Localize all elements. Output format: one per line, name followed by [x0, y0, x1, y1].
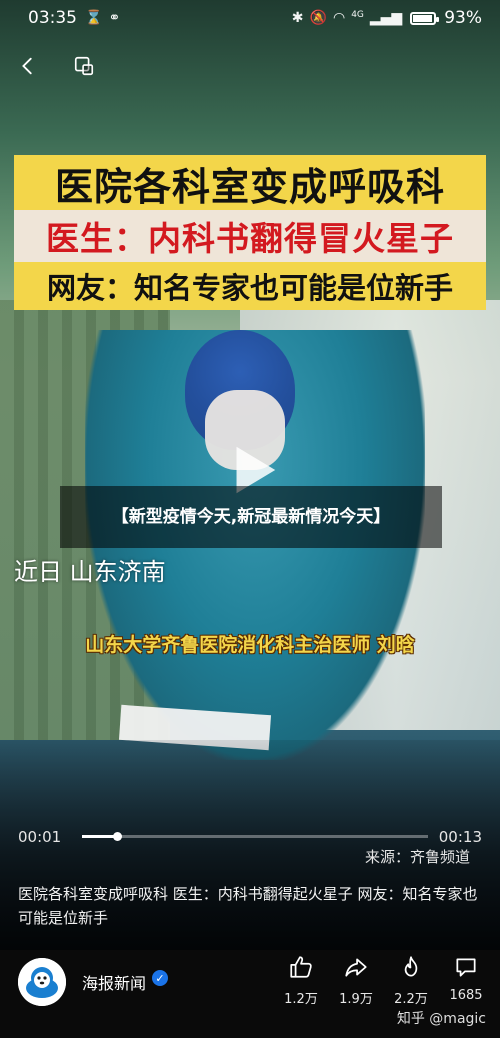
watermark: 知乎 @magic	[396, 1011, 486, 1027]
like-count: 1.2万	[284, 992, 318, 1007]
comment-button[interactable]: 1685	[443, 954, 489, 1003]
progress-handle[interactable]	[112, 832, 122, 841]
top-nav	[0, 46, 500, 86]
like-button[interactable]: 1.2万	[278, 954, 324, 1007]
bottom-bar: 海报新闻 ✓ 1.2万 1.9万 2.2万 1685 知乎 @magic	[0, 950, 500, 1038]
float-window-button[interactable]	[70, 52, 98, 80]
battery-icon	[410, 11, 440, 25]
status-bar: 03:35 ⌛ ⚭ ✱ 🔕 ◠ 4G ▂▄▆ 93%	[0, 0, 500, 36]
thumbs-up-icon	[290, 956, 312, 978]
verified-icon: ✓	[152, 970, 168, 986]
video-caption-netizen: 网友：知名专家也可能是位新手	[14, 262, 486, 310]
progress-fill	[82, 835, 117, 838]
chevron-left-icon	[22, 57, 32, 75]
flame-icon	[404, 956, 418, 977]
status-right: ✱ 🔕 ◠ 4G ▂▄▆ 93%	[292, 8, 482, 28]
status-time: 03:35	[28, 8, 77, 28]
status-notification-icons: ⌛ ⚭	[85, 10, 120, 26]
article-title: 【新型疫情今天,新冠最新情况今天】	[60, 486, 442, 548]
seal-logo-icon	[18, 958, 66, 1006]
share-count: 1.9万	[339, 992, 373, 1007]
share-button[interactable]: 1.9万	[333, 954, 379, 1007]
comment-bubble-icon	[456, 958, 476, 977]
favorite-count: 2.2万	[394, 992, 428, 1007]
signal-icon: ▂▄▆	[369, 10, 403, 26]
bluetooth-icon: ✱	[291, 10, 304, 26]
video-subtitle-location: 近日 山东济南	[14, 558, 166, 586]
video-caption-headline: 医院各科室变成呼吸科	[14, 155, 486, 211]
video-description[interactable]: 医院各科室变成呼吸科 医生：内科书翻得起火星子 网友：知名专家也可能是位新手	[18, 882, 488, 930]
hourglass-icon: ⌛	[85, 10, 103, 26]
video-subtitle-doctor-name: 山东大学齐鲁医院消化科主治医师 刘晗	[85, 634, 415, 656]
wifi-icon: ◠	[332, 10, 346, 26]
status-system-icons: ✱ 🔕 ◠ 4G ▂▄▆	[292, 10, 402, 26]
network-type: 4G	[351, 10, 364, 20]
author-name[interactable]: 海报新闻	[82, 970, 146, 994]
back-button[interactable]	[14, 52, 42, 80]
share-arrow-icon	[345, 958, 367, 977]
status-left: 03:35 ⌛ ⚭	[28, 8, 120, 28]
progress-bar[interactable]	[82, 832, 428, 841]
favorite-button[interactable]: 2.2万	[388, 954, 434, 1007]
current-time: 00:01	[18, 828, 62, 846]
mute-icon: 🔕	[309, 10, 327, 26]
video-caption-doctor: 医生：内科书翻得冒火星子	[14, 210, 486, 262]
picture-in-picture-icon	[74, 56, 94, 76]
battery-percent: 93%	[444, 8, 482, 28]
author-avatar[interactable]	[18, 958, 66, 1006]
battery-fill	[413, 14, 432, 22]
total-time: 00:13	[438, 828, 482, 846]
link-icon: ⚭	[108, 10, 121, 26]
comment-count: 1685	[449, 988, 483, 1003]
video-source: 来源：齐鲁频道	[364, 848, 470, 866]
